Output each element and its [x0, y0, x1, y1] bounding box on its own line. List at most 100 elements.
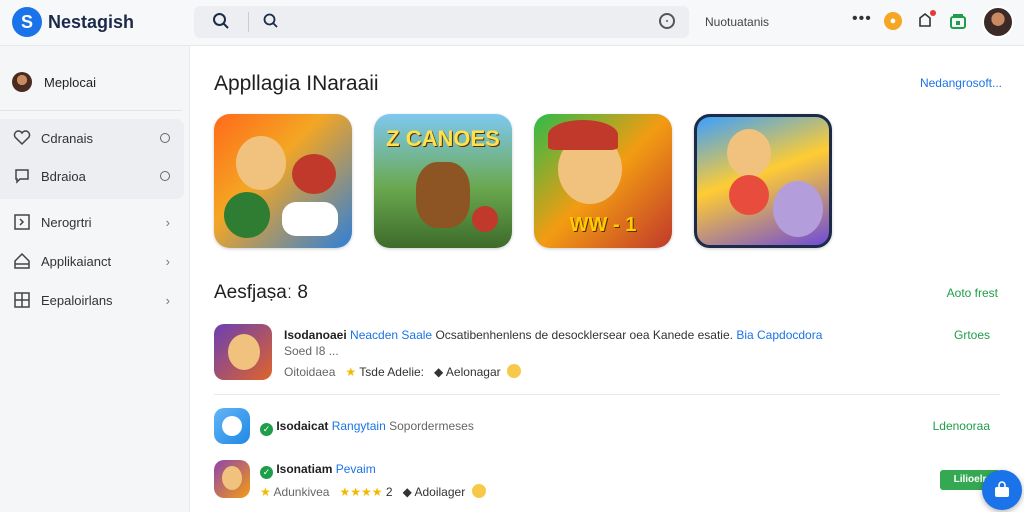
notification-dot: [930, 10, 936, 16]
sidebar-item-label: Cdranais: [41, 130, 94, 146]
item-title: Isonatiam: [276, 462, 333, 476]
bag-icon: [995, 481, 1009, 497]
tag-icon: ◆: [402, 485, 412, 499]
item-meta: Adoilager: [414, 485, 466, 499]
sidebar-item-applikaianct[interactable]: Applikaianct ›: [0, 243, 184, 279]
item-highlight[interactable]: Rangytain: [332, 419, 386, 433]
item-action[interactable]: Grtoes: [954, 328, 990, 342]
rating-stars: ★★★★: [339, 485, 383, 499]
top-link[interactable]: Nuotuatanis: [705, 15, 769, 29]
search-bar[interactable]: [194, 6, 689, 38]
brand-name: Nestagish: [48, 12, 135, 32]
sidebar: Meplocai Cdranais Bdraioa Nerogrtri › Ap…: [0, 46, 190, 512]
item-meta: Oitoidaea: [284, 365, 336, 379]
game-tile-title: WW - 1: [569, 214, 637, 236]
item-tag[interactable]: Bia Capdocdora: [736, 328, 822, 342]
list-item[interactable]: ✓ Isodaicat Rangytain Sopordermeses Lden…: [214, 406, 1000, 446]
sidebar-item-eepaloirlans[interactable]: Eepaloirlans ›: [0, 282, 184, 318]
item-meta: Adunkivea: [273, 485, 330, 499]
item-highlight[interactable]: Neacden Saale: [350, 328, 432, 342]
see-all-link[interactable]: Aoto frest: [947, 286, 998, 300]
chevron-right-icon: ›: [165, 253, 170, 269]
item-description: Ocsatibenhenlens de desocklersear oea Ka…: [435, 328, 733, 342]
search-divider: [248, 12, 249, 32]
character-figure: [224, 192, 270, 238]
search-input[interactable]: [286, 10, 636, 34]
box-icon: [11, 213, 33, 231]
item-rating: 2: [385, 485, 393, 499]
character-figure: [729, 175, 769, 215]
circle-icon: [160, 131, 170, 146]
game-tile-title: Z CANOES: [386, 126, 500, 151]
sidebar-item-cdranais[interactable]: Cdranais: [0, 120, 184, 156]
sidebar-divider: [0, 110, 182, 111]
item-title: Isodanoaei: [284, 328, 347, 342]
brand-logo-icon[interactable]: S: [12, 7, 42, 37]
row-divider: [214, 394, 1000, 395]
profile-name: Meplocai: [44, 74, 97, 90]
sidebar-item-label: Eepaloirlans: [41, 292, 113, 308]
home-icon: [11, 252, 33, 270]
store-icon[interactable]: [949, 12, 967, 35]
tag-icon: ◆: [434, 365, 444, 379]
item-meta: Aelonagar: [445, 365, 501, 379]
verified-check-icon: ✓: [260, 466, 273, 479]
item-title: Isodaicat: [276, 419, 329, 433]
profile-avatar: [12, 72, 32, 92]
app-thumbnail: [214, 408, 250, 444]
item-description: Sopordermeses: [389, 419, 474, 433]
star-icon: ★: [260, 485, 271, 499]
verified-check-icon: ✓: [260, 423, 273, 436]
section-title: Appllagia INaraaii: [214, 72, 379, 95]
character-figure: [472, 206, 498, 232]
item-highlight[interactable]: Pevaim: [336, 462, 376, 476]
game-tile[interactable]: Z CANOES: [374, 114, 512, 248]
chevron-right-icon: ›: [165, 214, 170, 230]
grid-icon: [11, 291, 33, 309]
app-window: S Nestagish Nuotuatanis ••• ● Meplocai C…: [0, 0, 1024, 512]
chevron-right-icon: ›: [165, 292, 170, 308]
sidebar-item-nerogrtri[interactable]: Nerogrtri ›: [0, 204, 184, 240]
emoji-icon: [507, 364, 522, 378]
notification-icon[interactable]: [917, 10, 936, 33]
chat-icon: [11, 167, 33, 185]
emoji-icon: [471, 484, 486, 498]
top-bar: S Nestagish Nuotuatanis ••• ●: [0, 0, 1024, 46]
coin-icon[interactable]: ●: [884, 12, 902, 30]
game-tile[interactable]: [214, 114, 352, 248]
circle-icon: [160, 169, 170, 184]
user-avatar[interactable]: [982, 6, 1014, 38]
list-item[interactable]: Isodanoaei Neacden Saale Ocsatibenhenlen…: [214, 322, 1000, 384]
sidebar-profile[interactable]: Meplocai: [12, 70, 96, 94]
sidebar-item-label: Bdraioa: [41, 168, 86, 184]
controller-icon: [282, 202, 338, 236]
featured-games: Z CANOES WW - 1: [214, 114, 832, 248]
game-tile[interactable]: WW - 1: [534, 114, 672, 248]
search-icon-secondary: [263, 13, 278, 28]
item-subtitle: Soed I8 ...: [284, 344, 339, 358]
app-thumbnail: [214, 324, 272, 380]
search-icon[interactable]: [212, 12, 230, 30]
sidebar-item-label: Nerogrtri: [41, 214, 92, 230]
app-thumbnail: [214, 460, 250, 498]
character-face: [727, 129, 771, 177]
star-icon: ★: [345, 365, 357, 379]
character-face: [236, 136, 286, 190]
character-figure: [416, 162, 470, 228]
game-tile[interactable]: [694, 114, 832, 248]
character-hat: [548, 120, 618, 150]
item-meta: Tsde Adelie:: [359, 365, 424, 379]
main-content: Appllagia INaraaii Nedangrosoft... Z CAN…: [190, 46, 1024, 512]
sidebar-item-bdraioa[interactable]: Bdraioa: [0, 158, 184, 194]
more-dots-icon[interactable]: •••: [852, 10, 872, 28]
section-title: Aesfjaṣaː 8: [214, 282, 308, 303]
list-item[interactable]: ✓ Isonatiam Pevaim ★ Adunkivea ★★★★ 2 ◆ …: [214, 458, 1000, 502]
see-more-link[interactable]: Nedangrosoft...: [920, 76, 1002, 90]
character-figure: [292, 154, 336, 194]
monster-figure: [773, 181, 823, 237]
item-action[interactable]: Ldenooraa: [933, 419, 990, 433]
heart-icon: [11, 130, 33, 146]
floating-action-button[interactable]: [982, 470, 1022, 510]
history-clock-icon[interactable]: [659, 13, 675, 29]
sidebar-item-label: Applikaianct: [41, 253, 112, 269]
